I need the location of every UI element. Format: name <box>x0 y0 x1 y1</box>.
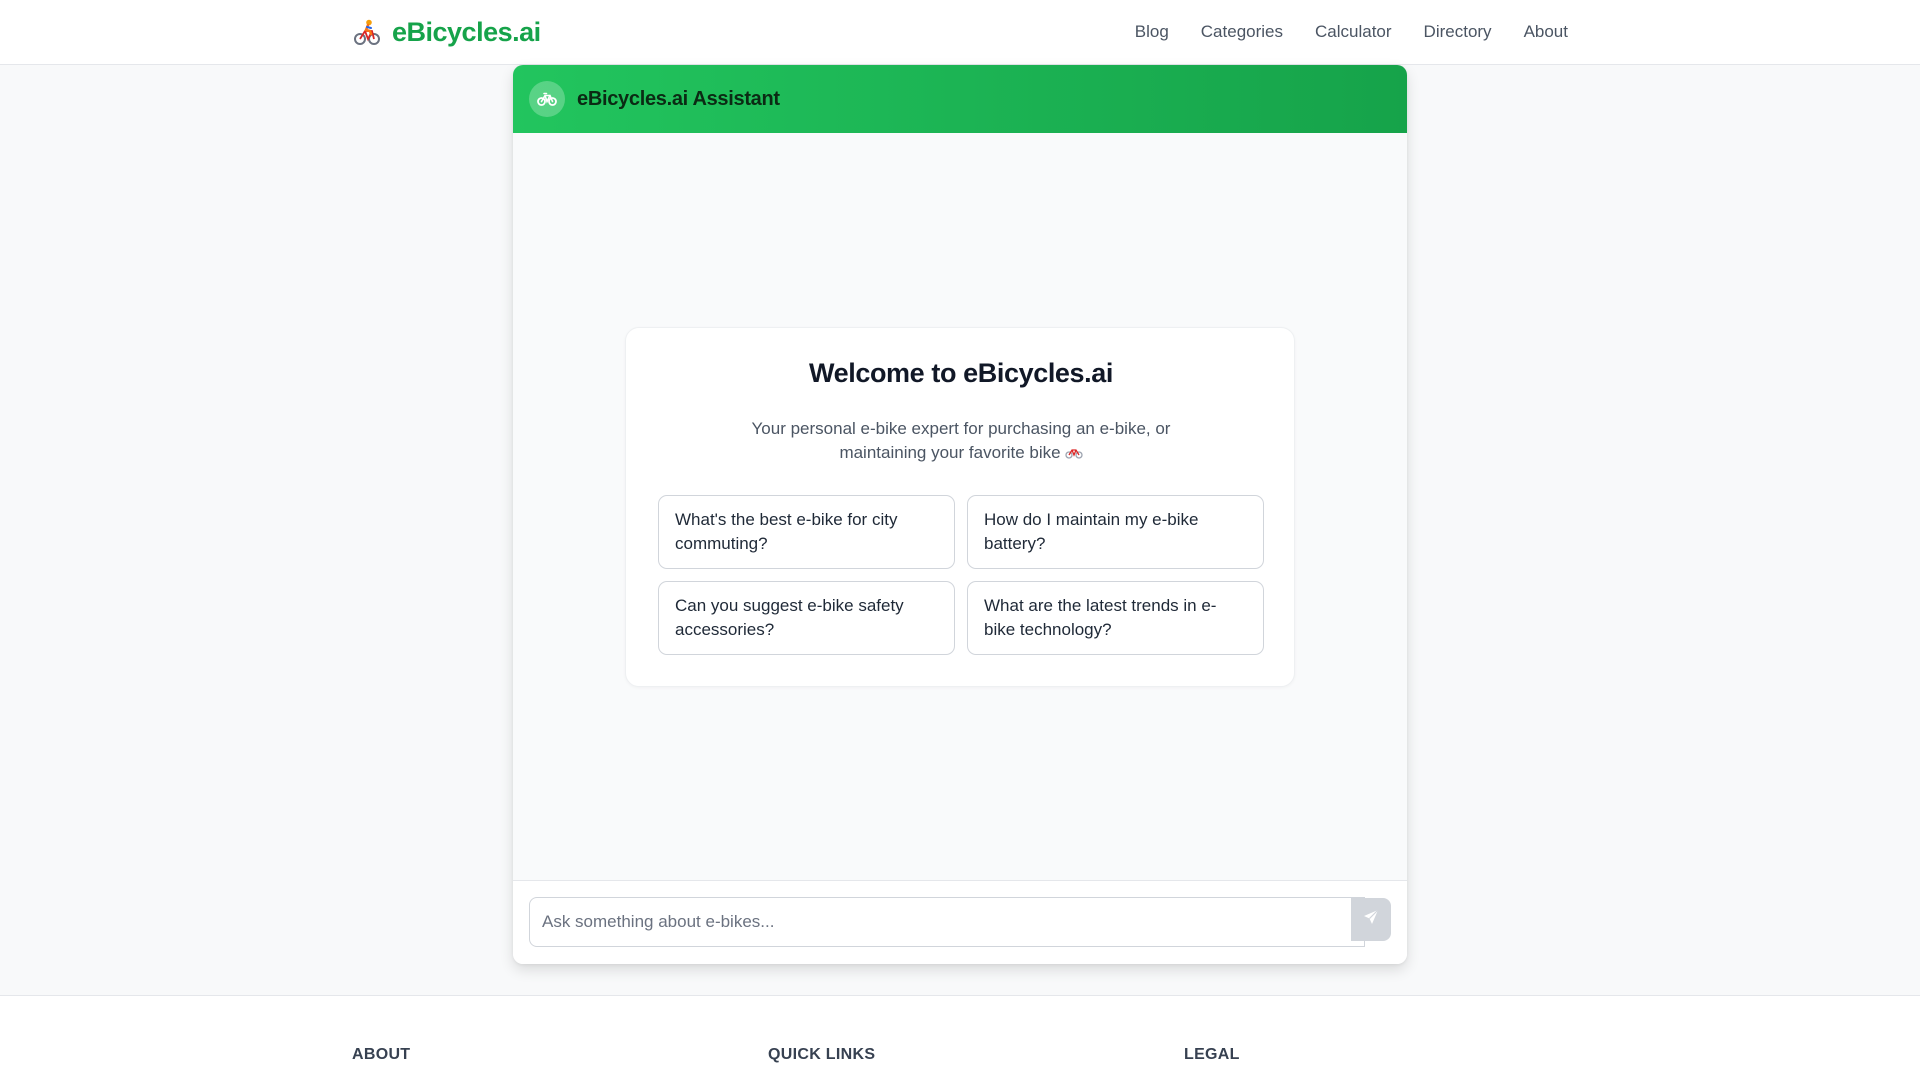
nav-link-categories[interactable]: Categories <box>1201 22 1283 42</box>
chat-panel: eBicycles.ai Assistant Welcome to eBicyc… <box>513 65 1407 964</box>
suggestion-city-commuting[interactable]: What's the best e-bike for city commutin… <box>658 495 955 569</box>
footer-heading-quick-links: QUICK LINKS <box>768 1046 876 1063</box>
bicycle-emoji-icon <box>1064 442 1083 466</box>
suggestion-technology-trends[interactable]: What are the latest trends in e-bike tec… <box>967 581 1264 655</box>
nav-link-about[interactable]: About <box>1524 22 1568 42</box>
suggestion-grid: What's the best e-bike for city commutin… <box>658 495 1264 655</box>
send-icon <box>1363 909 1379 930</box>
nav-link-blog[interactable]: Blog <box>1135 22 1169 42</box>
suggestion-safety-accessories[interactable]: Can you suggest e-bike safety accessorie… <box>658 581 955 655</box>
nav-links: Blog Categories Calculator Directory Abo… <box>1135 0 1568 64</box>
chat-input-wrapper <box>529 897 1365 947</box>
chat-input[interactable] <box>530 898 1364 946</box>
footer-heading-legal: LEGAL <box>1184 1046 1240 1063</box>
welcome-title: Welcome to eBicycles.ai <box>809 358 1113 388</box>
assistant-title: eBicycles.ai Assistant <box>577 87 780 110</box>
welcome-subtitle-text: Your personal e-bike expert for purchasi… <box>751 419 1171 462</box>
footer-heading-about: ABOUT <box>352 1046 411 1063</box>
send-button[interactable] <box>1351 898 1391 941</box>
cyclist-icon <box>352 17 382 47</box>
top-navigation: eBicycles.ai Blog Categories Calculator … <box>0 0 1920 65</box>
nav-link-directory[interactable]: Directory <box>1424 22 1492 42</box>
nav-link-calculator[interactable]: Calculator <box>1315 22 1392 42</box>
welcome-card: Welcome to eBicycles.ai Your personal e-… <box>625 327 1295 687</box>
chat-header: eBicycles.ai Assistant <box>513 65 1407 133</box>
suggestion-battery-maintenance[interactable]: How do I maintain my e-bike battery? <box>967 495 1264 569</box>
brand-name: eBicycles.ai <box>392 16 541 47</box>
bicycle-icon <box>529 81 565 117</box>
brand-logo[interactable]: eBicycles.ai <box>352 14 541 50</box>
welcome-subtitle: Your personal e-bike expert for purchasi… <box>726 417 1196 466</box>
footer: ABOUT QUICK LINKS LEGAL <box>0 995 1920 1080</box>
message-composer <box>513 880 1407 964</box>
